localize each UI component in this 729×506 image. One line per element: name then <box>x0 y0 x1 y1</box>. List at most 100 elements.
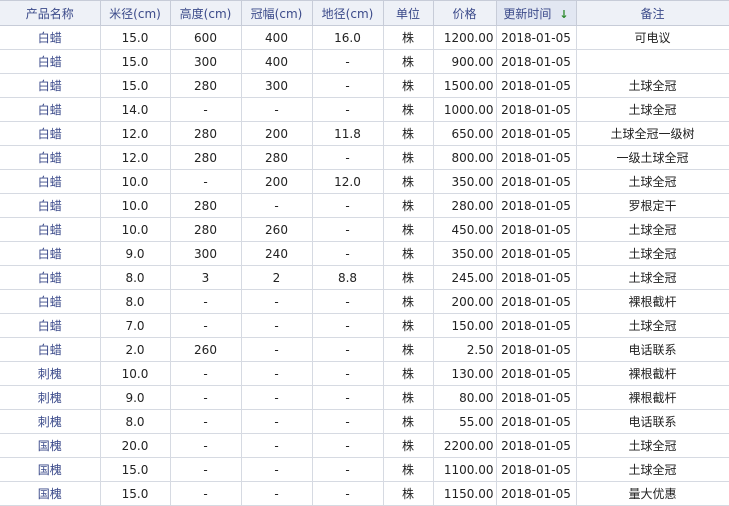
cell-diameter: 9.0 <box>99 241 171 266</box>
cell-product-name[interactable]: 白蜡 <box>0 265 101 290</box>
cell-diameter: 10.0 <box>99 217 171 242</box>
header-product-name[interactable]: 产品名称 <box>0 0 101 26</box>
cell-diameter: 8.0 <box>99 265 171 290</box>
cell-height: - <box>169 385 242 410</box>
cell-price: 245.00 <box>432 265 497 290</box>
cell-note: 电话联系 <box>575 409 729 434</box>
table-row[interactable]: 刺槐 8.0- - - 株 55.00 2018-01-05 电话联系 <box>0 409 729 434</box>
cell-height: 600 <box>169 25 242 50</box>
header-height[interactable]: 高度(cm) <box>169 0 242 26</box>
cell-product-name[interactable]: 白蜡 <box>0 313 101 338</box>
cell-height: 280 <box>169 217 242 242</box>
cell-diameter: 9.0 <box>99 385 171 410</box>
cell-product-name[interactable]: 白蜡 <box>0 217 101 242</box>
table-row[interactable]: 白蜡 2.0 260- - 株 2.50 2018-01-05 电话联系 <box>0 337 729 362</box>
cell-ground-diameter: - <box>311 433 384 458</box>
cell-product-name[interactable]: 国槐 <box>0 433 101 458</box>
table-row[interactable]: 白蜡 12.0 280 200 11.8 株 650.00 2018-01-05 土球全冠一级树 <box>0 121 729 146</box>
cell-price: 450.00 <box>432 217 497 242</box>
cell-updated-time: 2018-01-05 <box>495 313 577 338</box>
cell-price: 350.00 <box>432 169 497 194</box>
table-header-row: 产品名称 米径(cm) 高度(cm) 冠幅(cm) 地径(cm) 单位 价格 更… <box>0 0 729 26</box>
table-row[interactable]: 国槐 15.0- - - 株 1150.00 2018-01-05 量大优惠 <box>0 481 729 506</box>
cell-height: - <box>169 361 242 386</box>
cell-price: 1100.00 <box>432 457 497 482</box>
cell-diameter: 14.0 <box>99 97 171 122</box>
cell-product-name[interactable]: 白蜡 <box>0 169 101 194</box>
cell-product-name[interactable]: 刺槐 <box>0 409 101 434</box>
cell-product-name[interactable]: 白蜡 <box>0 73 101 98</box>
cell-product-name[interactable]: 国槐 <box>0 457 101 482</box>
cell-product-name[interactable]: 白蜡 <box>0 241 101 266</box>
cell-updated-time: 2018-01-05 <box>495 265 577 290</box>
table-row[interactable]: 白蜡 10.0-200 12.0 株 350.00 2018-01-05 土球全冠 <box>0 169 729 194</box>
cell-note: 土球全冠 <box>575 313 729 338</box>
cell-unit: 株 <box>382 121 434 146</box>
cell-unit: 株 <box>382 217 434 242</box>
cell-note: 土球全冠 <box>575 169 729 194</box>
cell-price: 80.00 <box>432 385 497 410</box>
table-row[interactable]: 白蜡 15.0 600 400 16.0 株 1200.00 2018-01-05 可电议 <box>0 25 729 50</box>
cell-note: 电话联系 <box>575 337 729 362</box>
table-row[interactable]: 刺槐 9.0- - - 株 80.00 2018-01-05 裸根截杆 <box>0 385 729 410</box>
cell-price: 900.00 <box>432 49 497 74</box>
cell-product-name[interactable]: 白蜡 <box>0 121 101 146</box>
cell-product-name[interactable]: 刺槐 <box>0 385 101 410</box>
cell-product-name[interactable]: 白蜡 <box>0 193 101 218</box>
cell-price: 55.00 <box>432 409 497 434</box>
table-row[interactable]: 白蜡 9.0 300 240- 株 350.00 2018-01-05 土球全冠 <box>0 241 729 266</box>
table-row[interactable]: 白蜡 10.0 280- - 株 280.00 2018-01-05 罗根定干 <box>0 193 729 218</box>
cell-height: 300 <box>169 241 242 266</box>
table-row[interactable]: 刺槐 10.0- - - 株 130.00 2018-01-05 裸根截杆 <box>0 361 729 386</box>
cell-product-name[interactable]: 白蜡 <box>0 289 101 314</box>
cell-crown: - <box>240 433 313 458</box>
cell-product-name[interactable]: 白蜡 <box>0 49 101 74</box>
table-row[interactable]: 白蜡 12.0 280 280- 株 800.00 2018-01-05 一级土球全冠 <box>0 145 729 170</box>
header-ground-diameter[interactable]: 地径(cm) <box>311 0 384 26</box>
cell-crown: - <box>240 361 313 386</box>
header-updated-time[interactable]: 更新时间 ↓ <box>495 0 577 26</box>
cell-diameter: 15.0 <box>99 49 171 74</box>
cell-crown: - <box>240 409 313 434</box>
cell-product-name[interactable]: 国槐 <box>0 481 101 506</box>
cell-updated-time: 2018-01-05 <box>495 337 577 362</box>
table-row[interactable]: 国槐 15.0- - - 株 1100.00 2018-01-05 土球全冠 <box>0 457 729 482</box>
table-row[interactable]: 白蜡 15.0 280 300- 株 1500.00 2018-01-05 土球全冠 <box>0 73 729 98</box>
cell-product-name[interactable]: 白蜡 <box>0 25 101 50</box>
cell-crown: - <box>240 193 313 218</box>
table-row[interactable]: 白蜡 7.0- - - 株 150.00 2018-01-05 土球全冠 <box>0 313 729 338</box>
cell-diameter: 10.0 <box>99 193 171 218</box>
table-row[interactable]: 白蜡 10.0 280 260- 株 450.00 2018-01-05 土球全冠 <box>0 217 729 242</box>
cell-unit: 株 <box>382 289 434 314</box>
cell-diameter: 15.0 <box>99 73 171 98</box>
cell-crown: 200 <box>240 169 313 194</box>
table-row[interactable]: 白蜡 14.0- - - 株 1000.00 2018-01-05 土球全冠 <box>0 97 729 122</box>
header-diameter[interactable]: 米径(cm) <box>99 0 171 26</box>
table-row[interactable]: 白蜡 8.0- - - 株 200.00 2018-01-05 裸根截杆 <box>0 289 729 314</box>
header-crown[interactable]: 冠幅(cm) <box>240 0 313 26</box>
cell-product-name[interactable]: 白蜡 <box>0 97 101 122</box>
cell-height: 260 <box>169 337 242 362</box>
cell-product-name[interactable]: 白蜡 <box>0 337 101 362</box>
cell-ground-diameter: - <box>311 481 384 506</box>
cell-updated-time: 2018-01-05 <box>495 433 577 458</box>
header-price[interactable]: 价格 <box>432 0 497 26</box>
cell-crown: - <box>240 97 313 122</box>
table-row[interactable]: 国槐 20.0- - - 株 2200.00 2018-01-05 土球全冠 <box>0 433 729 458</box>
cell-diameter: 20.0 <box>99 433 171 458</box>
cell-crown: 300 <box>240 73 313 98</box>
cell-crown: 400 <box>240 49 313 74</box>
table-row[interactable]: 白蜡 8.0 3 2 8.8 株 245.00 2018-01-05 土球全冠 <box>0 265 729 290</box>
table-body: 白蜡 15.0 600 400 16.0 株 1200.00 2018-01-05 可电议 白蜡 1… <box>0 25 729 506</box>
cell-updated-time: 2018-01-05 <box>495 241 577 266</box>
cell-price: 130.00 <box>432 361 497 386</box>
cell-product-name[interactable]: 刺槐 <box>0 361 101 386</box>
table-row[interactable]: 白蜡 15.0 300 400- 株 900.00 2018-01-05 <box>0 49 729 74</box>
cell-product-name[interactable]: 白蜡 <box>0 145 101 170</box>
cell-ground-diameter: - <box>311 337 384 362</box>
cell-diameter: 15.0 <box>99 481 171 506</box>
cell-note: 土球全冠 <box>575 73 729 98</box>
cell-note: 土球全冠 <box>575 217 729 242</box>
sort-down-arrow-icon[interactable]: ↓ <box>559 8 568 21</box>
cell-ground-diameter: - <box>311 193 384 218</box>
